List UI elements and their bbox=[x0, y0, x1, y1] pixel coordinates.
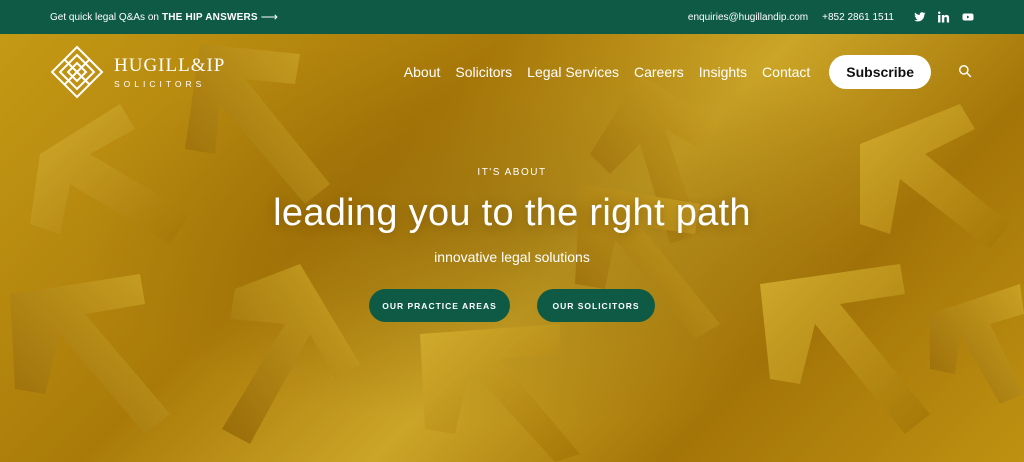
our-solicitors-button[interactable]: OUR SOLICITORS bbox=[537, 289, 655, 322]
hero-ctas: OUR PRACTICE AREAS OUR SOLICITORS bbox=[0, 289, 1024, 322]
hero-tagline: innovative legal solutions bbox=[434, 249, 590, 265]
hero-headline: leading you to the right path bbox=[273, 192, 751, 234]
hero-content: IT'S ABOUT leading you to the right path… bbox=[0, 110, 1024, 322]
promo-text: Get quick legal Q&As on bbox=[50, 11, 159, 23]
site-header: HUGILL&IP SOLICITORS About Solicitors Le… bbox=[0, 34, 1024, 110]
nav-legal-services[interactable]: Legal Services bbox=[527, 64, 619, 80]
nav-solicitors[interactable]: Solicitors bbox=[455, 64, 512, 80]
nav-about[interactable]: About bbox=[404, 64, 441, 80]
subscribe-button[interactable]: Subscribe bbox=[829, 55, 931, 89]
logo-lattice-icon bbox=[50, 45, 104, 99]
arrow-right-icon: ⟶ bbox=[260, 10, 278, 24]
linkedin-icon[interactable] bbox=[938, 11, 950, 23]
logo-sub: SOLICITORS bbox=[114, 79, 206, 89]
hero-eyebrow: IT'S ABOUT bbox=[477, 167, 547, 178]
promo-link[interactable]: Get quick legal Q&As on THE HIP ANSWERS … bbox=[50, 10, 278, 24]
nav-careers[interactable]: Careers bbox=[634, 64, 684, 80]
main-menu: About Solicitors Legal Services Careers … bbox=[404, 55, 974, 89]
practice-areas-button[interactable]: OUR PRACTICE AREAS bbox=[369, 289, 510, 322]
site-logo[interactable]: HUGILL&IP SOLICITORS bbox=[50, 45, 225, 99]
twitter-icon[interactable] bbox=[914, 11, 926, 23]
nav-contact[interactable]: Contact bbox=[762, 64, 810, 80]
youtube-icon[interactable] bbox=[962, 11, 974, 23]
search-icon[interactable] bbox=[958, 64, 974, 80]
social-links bbox=[914, 11, 974, 23]
nav-insights[interactable]: Insights bbox=[699, 64, 747, 80]
email-link[interactable]: enquiries@hugillandip.com bbox=[688, 12, 808, 23]
phone-link[interactable]: +852 2861 1511 bbox=[822, 12, 894, 23]
logo-name: HUGILL&IP bbox=[114, 55, 226, 76]
promo-strong: THE HIP ANSWERS bbox=[161, 11, 258, 23]
top-bar: Get quick legal Q&As on THE HIP ANSWERS … bbox=[0, 0, 1024, 34]
